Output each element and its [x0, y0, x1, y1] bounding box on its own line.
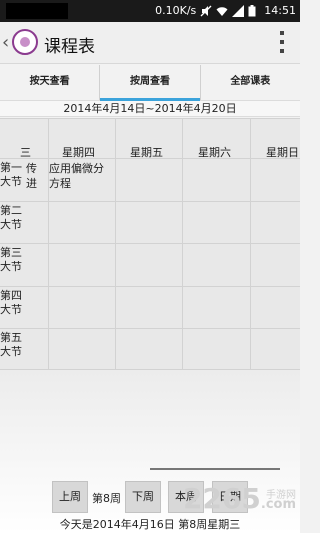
course-cell-wednesday-p1[interactable]: 传 进	[26, 161, 48, 191]
period-line1: 第四	[0, 289, 22, 302]
period-line2: 大节	[0, 175, 22, 188]
period-line2: 大节	[0, 303, 22, 316]
period-label: 第一 大节	[0, 161, 26, 189]
period-line1: 第五	[0, 331, 22, 344]
week-date-range: 2014年4月14日~2014年4月20日	[0, 101, 300, 117]
action-bar: ‹ 课程表	[0, 22, 300, 64]
day-header-wednesday: 三	[20, 146, 31, 159]
timetable-grid: 三 星期四 星期五 星期六 星期日 第一 大节 第二 大节 第三 大节 第四 大…	[0, 118, 300, 370]
mute-icon	[200, 5, 212, 17]
day-header-thursday: 星期四	[62, 146, 95, 159]
back-chevron-icon[interactable]: ‹	[2, 32, 9, 53]
course-cell-thursday-p1[interactable]: 应用偏微分 方程	[49, 161, 115, 191]
period-line1: 第三	[0, 246, 22, 259]
separator-line	[150, 468, 280, 470]
period-label: 第二 大节	[0, 204, 26, 232]
course-line2: 进	[26, 177, 37, 190]
status-right: 0.10K/s 14:51	[155, 4, 296, 17]
redacted-block	[6, 3, 68, 19]
course-line1: 传	[26, 162, 37, 175]
period-label: 第五 大节	[0, 331, 26, 359]
period-line2: 大节	[0, 345, 22, 358]
course-line1: 应用偏微分	[49, 162, 104, 175]
view-tabs: 按天查看 按周查看 全部课表	[0, 65, 300, 101]
course-line2: 方程	[49, 177, 71, 190]
status-bar: 0.10K/s 14:51	[0, 0, 300, 22]
app-logo[interactable]	[12, 29, 38, 55]
current-week-label: 第8周	[92, 492, 121, 505]
day-header-sunday: 星期日	[266, 146, 299, 159]
next-week-button[interactable]: 下周	[125, 481, 161, 513]
wifi-icon	[216, 5, 228, 17]
network-speed: 0.10K/s	[155, 4, 197, 17]
prev-week-button[interactable]: 上周	[52, 481, 88, 513]
day-header-friday: 星期五	[130, 146, 163, 159]
tab-by-day[interactable]: 按天查看	[0, 65, 101, 100]
period-line1: 第二	[0, 204, 22, 217]
page-title: 课程表	[44, 37, 95, 57]
today-info: 今天是2014年4月16日 第8周星期三	[59, 518, 241, 531]
period-line2: 大节	[0, 260, 22, 273]
period-label: 第三 大节	[0, 246, 26, 274]
overflow-menu-icon[interactable]	[280, 31, 284, 53]
signal-icon	[232, 4, 245, 17]
tab-all-schedule[interactable]: 全部课表	[201, 65, 300, 100]
period-line1: 第一	[0, 161, 22, 174]
period-line2: 大节	[0, 218, 22, 231]
clock: 14:51	[264, 4, 296, 17]
period-label: 第四 大节	[0, 289, 26, 317]
watermark-caption: 手游网	[266, 490, 296, 501]
tab-by-week[interactable]: 按周查看	[100, 65, 201, 101]
battery-icon	[248, 4, 260, 17]
day-header-saturday: 星期六	[198, 146, 231, 159]
